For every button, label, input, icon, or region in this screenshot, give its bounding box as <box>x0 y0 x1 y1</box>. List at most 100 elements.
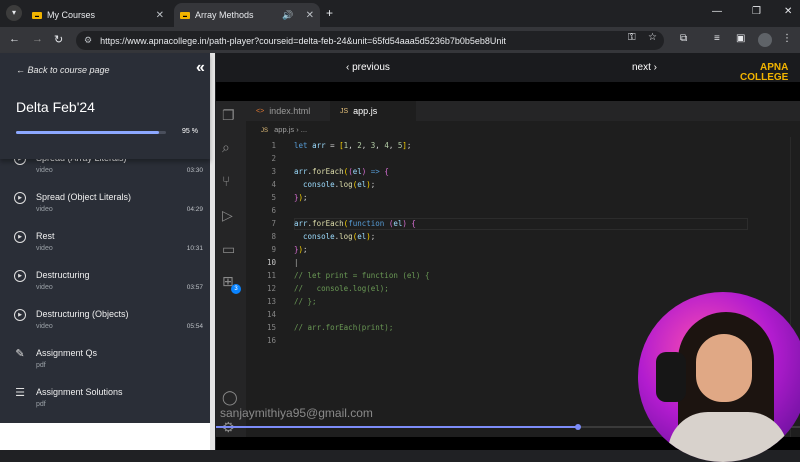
lesson-title: Destructuring (Objects) <box>36 309 129 319</box>
code-line: let arr = [1, 2, 3, 4, 5]; <box>294 141 412 150</box>
close-window-icon[interactable]: ✕ <box>784 6 792 17</box>
line-number: 14 <box>266 310 276 319</box>
address-toolbar: ← → ↻ ⚙ https://www.apnacollege.in/path-… <box>0 27 800 53</box>
apna-college-logo: APNA COLLEGE <box>740 63 788 83</box>
code-line: console.log(el); <box>303 232 376 241</box>
lesson-item[interactable]: ✎ Assignment Qs pdf <box>0 342 210 381</box>
presenter-face <box>696 334 752 402</box>
forward-icon[interactable]: → <box>32 33 43 45</box>
line-number: 5 <box>271 193 276 202</box>
lesson-list: ▶ Spread (Array Literals) video 03:30 ▶ … <box>0 149 210 423</box>
lesson-title: Spread (Object Literals) <box>36 192 132 202</box>
course-title: Delta Feb'24 <box>16 99 95 115</box>
line-number: 11 <box>266 271 276 280</box>
sidebar-scrollbar[interactable] <box>210 53 215 450</box>
tab-array-methods[interactable]: ▬ Array Methods 🔊 ✕ <box>174 3 320 27</box>
activity-bar: ❐ ⌕ ⑂ ▷ ▭ ⊞ 3 ◯ ⚙ <box>216 101 246 437</box>
lesson-duration: 10:31 <box>186 245 203 252</box>
reload-icon[interactable]: ↻ <box>54 33 63 46</box>
line-number: 15 <box>266 323 276 332</box>
play-circle-icon: ▶ <box>14 231 26 243</box>
breadcrumb-tail: › ... <box>296 125 308 134</box>
line-number: 4 <box>271 180 276 189</box>
explorer-icon: ❐ <box>222 107 235 123</box>
minimize-icon[interactable]: — <box>712 6 722 17</box>
breadcrumb-file: app.js <box>274 125 295 134</box>
password-key-icon[interactable]: ⚿ <box>628 32 636 43</box>
editor-tab-app-js: JS app.js <box>330 101 416 121</box>
editor-breadcrumb: JS app.js › ... <box>261 125 307 134</box>
lesson-duration: 04:29 <box>186 206 203 213</box>
lesson-nav: ‹ previous next › <box>216 53 800 82</box>
code-line: }); <box>294 193 308 202</box>
apna-favicon-icon: ▬ <box>32 11 42 19</box>
editor-tab-index-html: <> index.html <box>246 101 330 121</box>
lesson-item[interactable]: ▶ Destructuring (Objects) video 05:54 <box>0 303 210 342</box>
lesson-item[interactable]: ▶ Spread (Object Literals) video 04:29 <box>0 186 210 225</box>
tab-close-icon[interactable]: ✕ <box>306 10 314 21</box>
lesson-title: Destructuring <box>36 270 90 280</box>
line-number: 3 <box>271 167 276 176</box>
tab-my-courses[interactable]: ▬ My Courses ✕ <box>26 3 170 27</box>
lesson-item[interactable]: ☰ Assignment Solutions pdf <box>0 381 210 420</box>
course-progress-fill <box>16 131 159 134</box>
profile-avatar[interactable] <box>758 33 772 47</box>
js-file-icon: JS <box>340 107 349 115</box>
lesson-type: video <box>36 167 53 174</box>
lesson-title: Assignment Solutions <box>36 387 123 397</box>
line-number: 2 <box>271 154 276 163</box>
video-player[interactable]: ‹ previous next › ❐ ⌕ ⑂ ▷ ▭ ⊞ 3 ◯ ⚙ <> i… <box>216 53 800 462</box>
course-progress-bar <box>16 131 166 134</box>
browser-tab-bar: ▾ ▬ My Courses ✕ ▬ Array Methods 🔊 ✕ + —… <box>0 0 800 27</box>
code-line: // console.log(el); <box>294 284 389 293</box>
lesson-type: video <box>36 284 53 291</box>
remote-icon: ▭ <box>222 241 236 257</box>
next-button[interactable]: next › <box>632 62 657 73</box>
media-controls-icon[interactable]: ≡ <box>714 33 720 44</box>
course-progress-label: 95 % <box>182 128 198 135</box>
side-panel-icon[interactable]: ▣ <box>736 33 745 44</box>
sidebar-footer <box>0 423 210 450</box>
url-text[interactable]: https://www.apnacollege.in/path-player?c… <box>100 36 506 46</box>
checklist-icon: ☰ <box>15 387 25 399</box>
tab-label: My Courses <box>47 10 96 20</box>
account-icon: ◯ <box>222 389 238 405</box>
search-icon: ⌕ <box>222 139 230 155</box>
collapse-sidebar-icon[interactable]: « <box>196 59 205 77</box>
speaker-icon[interactable]: 🔊 <box>282 10 293 21</box>
editor-tab-label: app.js <box>353 106 378 116</box>
previous-button[interactable]: ‹ previous <box>346 62 390 73</box>
play-circle-icon: ▶ <box>14 309 26 321</box>
new-tab-button[interactable]: + <box>326 6 333 20</box>
logo-line: COLLEGE <box>740 72 789 83</box>
lesson-type: pdf <box>36 401 46 408</box>
back-to-course-link[interactable]: ← Back to course page <box>16 65 110 75</box>
code-line: // }; <box>294 297 317 306</box>
code-line: arr.forEach(function (el) { <box>294 219 416 228</box>
restore-icon[interactable]: ❐ <box>752 6 761 17</box>
tab-search-dropdown-icon[interactable]: ▾ <box>6 5 22 21</box>
lesson-item[interactable]: ▶ Destructuring video 03:57 <box>0 264 210 303</box>
extensions-icon[interactable]: ⧉ <box>680 33 687 44</box>
js-file-icon: JS <box>261 128 269 134</box>
back-icon[interactable]: ← <box>9 33 20 45</box>
lesson-item[interactable]: ▶ Rest video 10:31 <box>0 225 210 264</box>
line-number: 10 <box>266 258 276 267</box>
omnibox[interactable]: ⚙ https://www.apnacollege.in/path-player… <box>76 31 664 50</box>
seek-progress-fill <box>216 426 579 428</box>
line-number: 7 <box>271 219 276 228</box>
tab-close-icon[interactable]: ✕ <box>156 10 164 21</box>
line-number: 1 <box>271 141 276 150</box>
code-line: // arr.forEach(print); <box>294 323 394 332</box>
lesson-type: pdf <box>36 362 46 369</box>
play-circle-icon: ▶ <box>14 192 26 204</box>
presenter-shirt <box>668 412 788 462</box>
bookmark-star-icon[interactable]: ☆ <box>648 32 657 43</box>
menu-dots-icon[interactable]: ⋮ <box>782 33 792 44</box>
source-control-icon: ⑂ <box>222 173 231 189</box>
editor-tab-label: index.html <box>269 106 311 116</box>
run-debug-icon: ▷ <box>222 207 233 223</box>
site-info-icon[interactable]: ⚙ <box>84 35 92 46</box>
lesson-duration: 03:30 <box>186 167 203 174</box>
play-circle-icon: ▶ <box>14 270 26 282</box>
